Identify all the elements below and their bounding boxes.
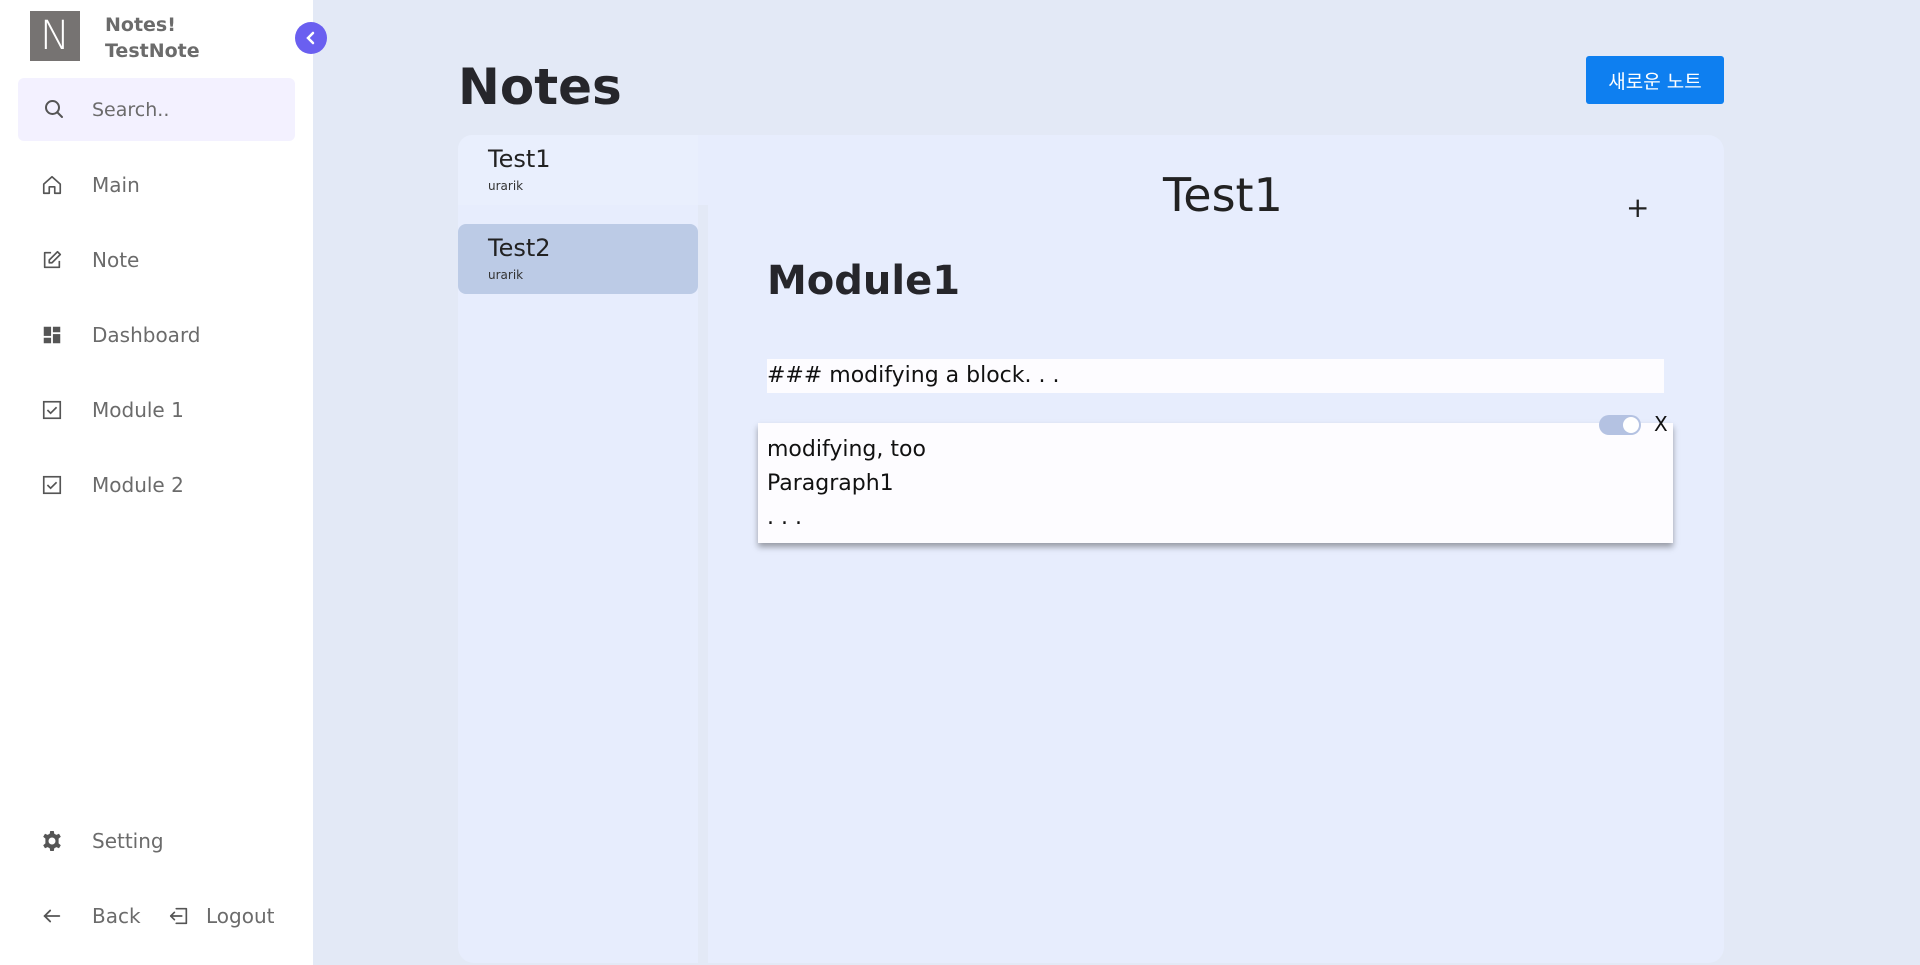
back-button[interactable]: Back: [40, 898, 141, 934]
editing-block: [758, 423, 1673, 543]
search-icon: [42, 97, 66, 121]
logout-label: Logout: [206, 904, 275, 928]
sidebar-item-module-2[interactable]: Module 2: [40, 467, 184, 503]
note-list-item[interactable]: Test1 urarik: [458, 135, 698, 205]
add-module-button[interactable]: +: [1626, 191, 1649, 224]
sidebar-item-label: Module 1: [92, 398, 184, 422]
note-list-item[interactable]: Test2 urarik: [458, 224, 698, 294]
module-title: Module1: [767, 258, 961, 304]
sidebar-item-note[interactable]: Note: [40, 242, 139, 278]
toggle-knob: [1623, 417, 1639, 433]
logout-button[interactable]: Logout: [168, 898, 274, 934]
editor-note-title: Test1: [1163, 168, 1283, 222]
home-icon: [40, 173, 64, 197]
preview-toggle[interactable]: [1599, 415, 1641, 435]
note-title: Test1: [488, 145, 551, 173]
note-title: Test2: [488, 234, 551, 262]
app-name: Notes!: [105, 14, 176, 36]
sidebar-item-label: Dashboard: [92, 323, 201, 347]
checkbox-icon: [40, 473, 64, 497]
sidebar: N Notes! TestNote Main Note Dashboard Mo…: [0, 0, 313, 965]
app-subtitle: TestNote: [105, 40, 200, 62]
search-input[interactable]: [92, 94, 282, 126]
panel-divider: [698, 205, 708, 963]
gear-icon: [40, 829, 64, 853]
search-box[interactable]: [18, 78, 295, 141]
arrow-left-icon: [40, 904, 64, 928]
note-editor: [708, 205, 1724, 963]
sidebar-item-label: Setting: [92, 829, 164, 853]
new-note-button[interactable]: 새로운 노트: [1586, 56, 1724, 104]
sidebar-item-label: Main: [92, 173, 140, 197]
dashboard-icon: [40, 323, 64, 347]
sidebar-item-label: Module 2: [92, 473, 184, 497]
logout-icon: [168, 904, 192, 928]
block-text-editor[interactable]: [767, 433, 1663, 537]
sidebar-item-setting[interactable]: Setting: [40, 823, 164, 859]
sidebar-item-label: Note: [92, 248, 140, 272]
note-author: urarik: [488, 268, 524, 282]
markdown-block[interactable]: ### modifying a block. . .: [767, 359, 1664, 393]
sidebar-item-module-1[interactable]: Module 1: [40, 392, 184, 428]
app-logo: N: [30, 11, 80, 61]
collapse-sidebar-button[interactable]: [295, 22, 327, 54]
sidebar-item-main[interactable]: Main: [40, 167, 140, 203]
back-label: Back: [92, 904, 141, 928]
note-author: urarik: [488, 179, 524, 193]
page-title: Notes: [458, 58, 622, 116]
checkbox-icon: [40, 398, 64, 422]
edit-icon: [40, 248, 64, 272]
chevron-left-icon: [306, 31, 315, 45]
sidebar-item-dashboard[interactable]: Dashboard: [40, 317, 201, 353]
close-block-button[interactable]: X: [1654, 412, 1668, 436]
